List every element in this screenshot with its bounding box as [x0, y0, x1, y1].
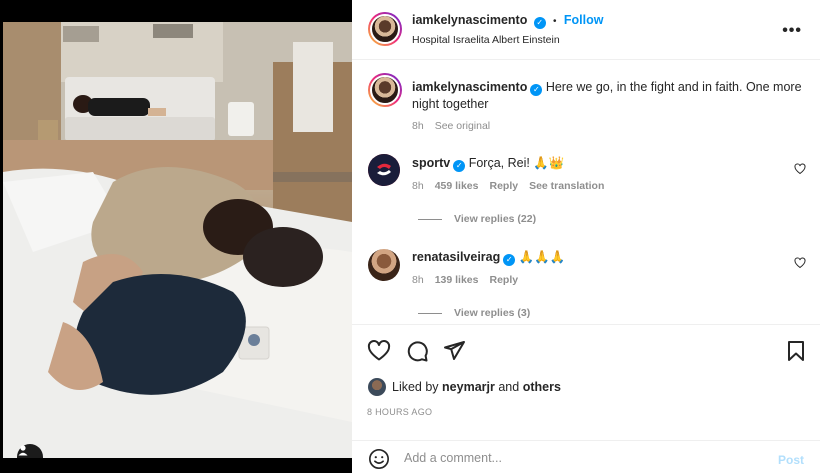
post-sidebar: iamkelynascimento ✓ • Follow Hospital Is…	[352, 0, 820, 473]
photo-illustration	[3, 22, 352, 458]
replies-line	[418, 312, 442, 314]
comment-1-text-block: sportv ✓ Força, Rei! 🙏👑	[412, 155, 782, 172]
comment-2-likes[interactable]: 139 likes	[435, 274, 479, 286]
comment-2-text-block: renatasilveirag ✓ 🙏🙏🙏	[412, 249, 782, 266]
author-username[interactable]: iamkelynascimento	[412, 13, 527, 27]
comment-2-text: 🙏🙏🙏	[518, 250, 566, 264]
sportv-logo-icon	[368, 154, 400, 186]
comment-2-view-replies-label: View replies (3)	[454, 307, 531, 319]
caption-time[interactable]: 8h	[412, 120, 424, 132]
instagram-post-view: iamkelynascimento ✓ • Follow Hospital Is…	[0, 0, 820, 473]
comment-composer: Post	[352, 440, 820, 473]
caption-avatar-image	[370, 75, 400, 105]
comment-1-see-translation[interactable]: See translation	[529, 180, 604, 192]
author-avatar-image	[370, 14, 400, 44]
post-header: iamkelynascimento ✓ • Follow Hospital Is…	[352, 0, 820, 60]
post-location[interactable]: Hospital Israelita Albert Einstein	[412, 34, 560, 46]
comment-2-meta: 8h 139 likes Reply	[412, 274, 518, 286]
comment-1-view-replies-label: View replies (22)	[454, 213, 537, 225]
caption-text-block: iamkelynascimento ✓ Here we go, in the fi…	[412, 79, 802, 113]
comment-1-like-heart-icon[interactable]	[794, 163, 806, 175]
caption-meta: 8h See original	[412, 120, 490, 132]
comment-1-text: Força, Rei! 🙏👑	[468, 156, 565, 170]
author-avatar[interactable]	[368, 12, 402, 46]
share-paper-plane-icon[interactable]	[442, 339, 466, 363]
liked-by: Liked by neymarjr and others	[368, 378, 561, 396]
like-heart-icon[interactable]	[367, 339, 391, 363]
author-line: iamkelynascimento ✓ • Follow	[412, 13, 603, 29]
sportv-avatar[interactable]	[368, 154, 400, 186]
liked-by-prefix: Liked by	[392, 380, 439, 394]
post-comment-button[interactable]: Post	[778, 453, 804, 467]
follow-button[interactable]: Follow	[564, 13, 604, 27]
comment-2-like-heart-icon[interactable]	[794, 257, 806, 269]
comment-1-reply-button[interactable]: Reply	[489, 180, 518, 192]
comment-2-view-replies[interactable]: View replies (3)	[418, 307, 530, 319]
comment-1-time[interactable]: 8h	[412, 180, 424, 192]
user-icon	[18, 445, 28, 456]
see-original-link[interactable]: See original	[435, 120, 490, 132]
liked-by-conjunction: and	[498, 380, 520, 394]
comment-1-likes[interactable]: 459 likes	[435, 180, 479, 192]
replies-line	[418, 218, 442, 220]
comment-2-username[interactable]: renatasilveirag	[412, 250, 500, 264]
comment-2-reply-button[interactable]: Reply	[489, 274, 518, 286]
liker-avatar[interactable]	[368, 378, 386, 396]
post-timestamp[interactable]: 8 HOURS AGO	[367, 407, 432, 417]
separator-dot: •	[553, 16, 557, 27]
verified-badge-icon: ✓	[533, 17, 546, 29]
verified-badge-icon: ✓	[453, 160, 466, 172]
liked-by-user[interactable]: neymarjr	[442, 380, 495, 394]
save-bookmark-icon[interactable]	[784, 339, 808, 363]
comments-list: iamkelynascimento ✓ Here we go, in the fi…	[352, 61, 820, 323]
comment-1-username[interactable]: sportv	[412, 156, 450, 170]
renata-avatar[interactable]	[368, 249, 400, 281]
comment-bubble-icon[interactable]	[405, 339, 429, 363]
comment-1-meta: 8h 459 likes Reply See translation	[412, 180, 604, 192]
caption-username[interactable]: iamkelynascimento	[412, 80, 527, 94]
post-actions	[352, 324, 820, 376]
liked-by-others[interactable]: others	[523, 380, 561, 394]
post-photo[interactable]	[3, 22, 352, 458]
more-horizontal-icon: •••	[782, 22, 802, 39]
emoji-smiley-icon[interactable]	[368, 448, 390, 470]
verified-badge-icon: ✓	[503, 254, 516, 266]
verified-badge-icon: ✓	[530, 84, 543, 96]
comment-input[interactable]	[404, 449, 764, 467]
comment-1-view-replies[interactable]: View replies (22)	[418, 213, 536, 225]
comment-2-time[interactable]: 8h	[412, 274, 424, 286]
more-options-button[interactable]: •••	[782, 22, 802, 40]
caption-avatar[interactable]	[368, 73, 402, 107]
post-media	[0, 0, 352, 473]
